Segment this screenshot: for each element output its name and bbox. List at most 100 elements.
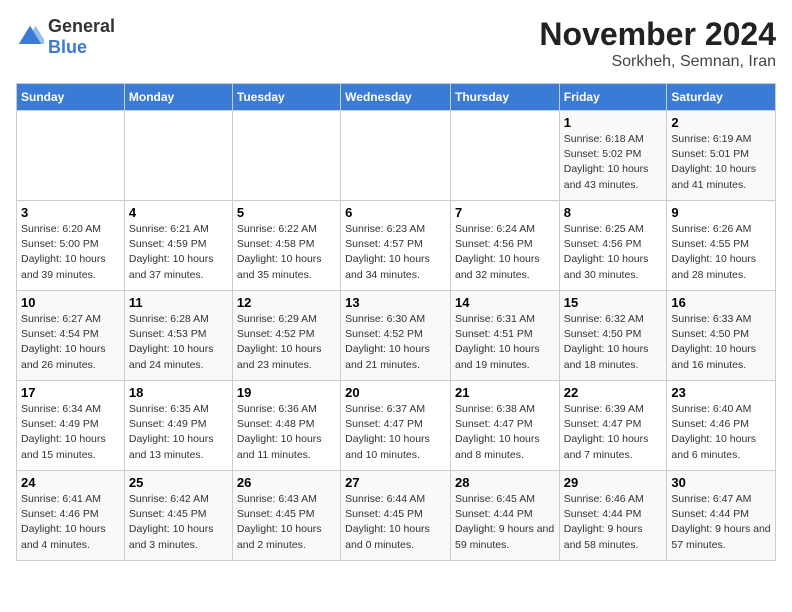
calendar-cell: 10 Sunrise: 6:27 AM Sunset: 4:54 PM Dayli…: [17, 291, 125, 381]
day-detail: Sunrise: 6:35 AM Sunset: 4:49 PM Dayligh…: [129, 403, 214, 461]
calendar-cell: 16 Sunrise: 6:33 AM Sunset: 4:50 PM Dayli…: [667, 291, 776, 381]
day-detail: Sunrise: 6:41 AM Sunset: 4:46 PM Dayligh…: [21, 493, 106, 551]
day-number: 26: [237, 475, 336, 490]
calendar-cell: [232, 111, 340, 201]
calendar-cell: 27 Sunrise: 6:44 AM Sunset: 4:45 PM Dayli…: [341, 471, 451, 561]
day-detail: Sunrise: 6:19 AM Sunset: 5:01 PM Dayligh…: [671, 133, 756, 191]
day-detail: Sunrise: 6:37 AM Sunset: 4:47 PM Dayligh…: [345, 403, 430, 461]
day-of-week-header: Sunday: [17, 84, 125, 111]
calendar-cell: 6Sunrise: 6:23 AM Sunset: 4:57 PM Daylig…: [341, 201, 451, 291]
day-number: 7: [455, 205, 555, 220]
calendar-week-row: 24 Sunrise: 6:41 AM Sunset: 4:46 PM Dayli…: [17, 471, 776, 561]
calendar-cell: [17, 111, 125, 201]
calendar-header: SundayMondayTuesdayWednesdayThursdayFrid…: [17, 84, 776, 111]
day-number: 18: [129, 385, 228, 400]
day-detail: Sunrise: 6:40 AM Sunset: 4:46 PM Dayligh…: [671, 403, 756, 461]
day-detail: Sunrise: 6:18 AM Sunset: 5:02 PM Dayligh…: [564, 133, 649, 191]
title-block: November 2024 Sorkheh, Semnan, Iran: [539, 16, 776, 71]
day-number: 20: [345, 385, 446, 400]
calendar-cell: 11Sunrise: 6:28 AM Sunset: 4:53 PM Dayli…: [124, 291, 232, 381]
calendar-cell: [341, 111, 451, 201]
calendar-week-row: 10 Sunrise: 6:27 AM Sunset: 4:54 PM Dayli…: [17, 291, 776, 381]
calendar-cell: 14 Sunrise: 6:31 AM Sunset: 4:51 PM Dayli…: [450, 291, 559, 381]
calendar-cell: 1 Sunrise: 6:18 AM Sunset: 5:02 PM Daylig…: [559, 111, 667, 201]
calendar-week-row: 3Sunrise: 6:20 AM Sunset: 5:00 PM Daylig…: [17, 201, 776, 291]
calendar-cell: 30 Sunrise: 6:47 AM Sunset: 4:44 PM Dayli…: [667, 471, 776, 561]
day-number: 12: [237, 295, 336, 310]
page-header: General Blue November 2024 Sorkheh, Semn…: [16, 16, 776, 71]
day-detail: Sunrise: 6:42 AM Sunset: 4:45 PM Dayligh…: [129, 493, 214, 551]
logo-icon: [16, 23, 44, 51]
calendar-week-row: 1 Sunrise: 6:18 AM Sunset: 5:02 PM Daylig…: [17, 111, 776, 201]
day-detail: Sunrise: 6:23 AM Sunset: 4:57 PM Dayligh…: [345, 223, 430, 281]
day-detail: Sunrise: 6:45 AM Sunset: 4:44 PM Dayligh…: [455, 493, 554, 551]
day-number: 22: [564, 385, 663, 400]
calendar-cell: 19Sunrise: 6:36 AM Sunset: 4:48 PM Dayli…: [232, 381, 340, 471]
day-of-week-header: Tuesday: [232, 84, 340, 111]
day-number: 14: [455, 295, 555, 310]
day-number: 10: [21, 295, 120, 310]
calendar-cell: 9 Sunrise: 6:26 AM Sunset: 4:55 PM Daylig…: [667, 201, 776, 291]
day-number: 29: [564, 475, 663, 490]
day-detail: Sunrise: 6:47 AM Sunset: 4:44 PM Dayligh…: [671, 493, 770, 551]
calendar-cell: 15Sunrise: 6:32 AM Sunset: 4:50 PM Dayli…: [559, 291, 667, 381]
day-of-week-header: Thursday: [450, 84, 559, 111]
calendar-cell: 23 Sunrise: 6:40 AM Sunset: 4:46 PM Dayli…: [667, 381, 776, 471]
calendar-cell: [124, 111, 232, 201]
calendar-cell: 17 Sunrise: 6:34 AM Sunset: 4:49 PM Dayli…: [17, 381, 125, 471]
location-subtitle: Sorkheh, Semnan, Iran: [539, 53, 776, 71]
day-detail: Sunrise: 6:43 AM Sunset: 4:45 PM Dayligh…: [237, 493, 322, 551]
calendar-cell: 26 Sunrise: 6:43 AM Sunset: 4:45 PM Dayli…: [232, 471, 340, 561]
day-number: 2: [671, 115, 771, 130]
day-detail: Sunrise: 6:33 AM Sunset: 4:50 PM Dayligh…: [671, 313, 756, 371]
days-of-week-row: SundayMondayTuesdayWednesdayThursdayFrid…: [17, 84, 776, 111]
day-detail: Sunrise: 6:31 AM Sunset: 4:51 PM Dayligh…: [455, 313, 540, 371]
day-detail: Sunrise: 6:34 AM Sunset: 4:49 PM Dayligh…: [21, 403, 106, 461]
calendar-cell: 28Sunrise: 6:45 AM Sunset: 4:44 PM Dayli…: [450, 471, 559, 561]
calendar-cell: 18 Sunrise: 6:35 AM Sunset: 4:49 PM Dayli…: [124, 381, 232, 471]
calendar-cell: 3Sunrise: 6:20 AM Sunset: 5:00 PM Daylig…: [17, 201, 125, 291]
calendar-week-row: 17 Sunrise: 6:34 AM Sunset: 4:49 PM Dayli…: [17, 381, 776, 471]
day-number: 30: [671, 475, 771, 490]
month-title: November 2024: [539, 16, 776, 53]
day-number: 8: [564, 205, 663, 220]
calendar-cell: 5 Sunrise: 6:22 AM Sunset: 4:58 PM Daylig…: [232, 201, 340, 291]
day-number: 3: [21, 205, 120, 220]
calendar-body: 1 Sunrise: 6:18 AM Sunset: 5:02 PM Daylig…: [17, 111, 776, 561]
day-number: 5: [237, 205, 336, 220]
logo-blue-text: Blue: [48, 37, 87, 57]
day-number: 25: [129, 475, 228, 490]
day-number: 23: [671, 385, 771, 400]
day-number: 21: [455, 385, 555, 400]
day-number: 13: [345, 295, 446, 310]
day-detail: Sunrise: 6:28 AM Sunset: 4:53 PM Dayligh…: [129, 313, 214, 371]
day-number: 1: [564, 115, 663, 130]
day-of-week-header: Friday: [559, 84, 667, 111]
day-number: 17: [21, 385, 120, 400]
day-detail: Sunrise: 6:25 AM Sunset: 4:56 PM Dayligh…: [564, 223, 649, 281]
calendar-cell: 24 Sunrise: 6:41 AM Sunset: 4:46 PM Dayli…: [17, 471, 125, 561]
calendar-cell: 22 Sunrise: 6:39 AM Sunset: 4:47 PM Dayli…: [559, 381, 667, 471]
day-number: 27: [345, 475, 446, 490]
calendar-cell: 21Sunrise: 6:38 AM Sunset: 4:47 PM Dayli…: [450, 381, 559, 471]
day-detail: Sunrise: 6:39 AM Sunset: 4:47 PM Dayligh…: [564, 403, 649, 461]
day-detail: Sunrise: 6:26 AM Sunset: 4:55 PM Dayligh…: [671, 223, 756, 281]
calendar-cell: 20 Sunrise: 6:37 AM Sunset: 4:47 PM Dayli…: [341, 381, 451, 471]
day-of-week-header: Wednesday: [341, 84, 451, 111]
day-number: 16: [671, 295, 771, 310]
day-detail: Sunrise: 6:21 AM Sunset: 4:59 PM Dayligh…: [129, 223, 214, 281]
day-number: 9: [671, 205, 771, 220]
day-number: 24: [21, 475, 120, 490]
day-detail: Sunrise: 6:22 AM Sunset: 4:58 PM Dayligh…: [237, 223, 322, 281]
logo-general-text: General: [48, 16, 115, 36]
day-detail: Sunrise: 6:44 AM Sunset: 4:45 PM Dayligh…: [345, 493, 430, 551]
day-number: 19: [237, 385, 336, 400]
day-detail: Sunrise: 6:24 AM Sunset: 4:56 PM Dayligh…: [455, 223, 540, 281]
day-detail: Sunrise: 6:27 AM Sunset: 4:54 PM Dayligh…: [21, 313, 106, 371]
calendar-table: SundayMondayTuesdayWednesdayThursdayFrid…: [16, 83, 776, 561]
day-detail: Sunrise: 6:46 AM Sunset: 4:44 PM Dayligh…: [564, 493, 644, 551]
day-number: 4: [129, 205, 228, 220]
calendar-cell: [450, 111, 559, 201]
calendar-cell: 29 Sunrise: 6:46 AM Sunset: 4:44 PM Dayli…: [559, 471, 667, 561]
calendar-cell: 8 Sunrise: 6:25 AM Sunset: 4:56 PM Daylig…: [559, 201, 667, 291]
